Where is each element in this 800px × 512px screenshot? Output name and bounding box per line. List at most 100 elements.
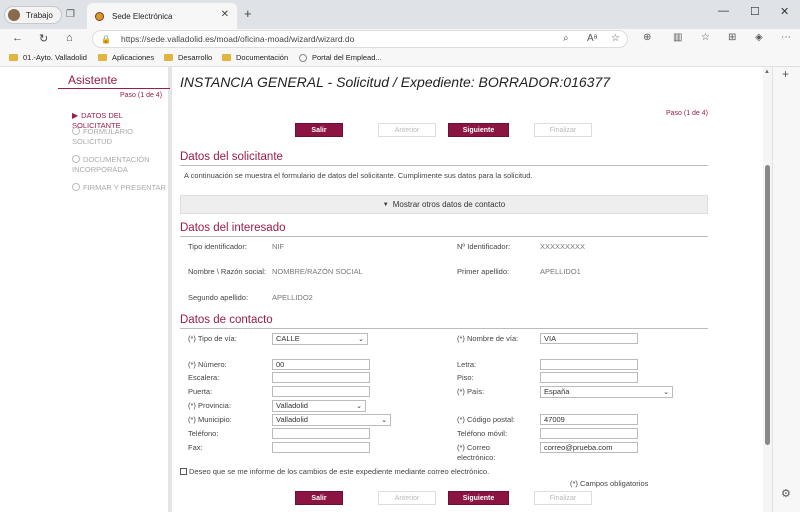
provincia-select[interactable]: Valladolid ⌄ [272,400,366,412]
maximize-icon[interactable]: ☐ [750,5,760,18]
gear-icon[interactable]: ⚙ [781,487,791,500]
new-tab-icon[interactable]: + [244,6,252,21]
refresh-icon[interactable]: ↻ [39,32,48,45]
codigo-postal-input[interactable]: 47009 [540,414,638,425]
municipio-label: (*) Municipio: [188,415,232,424]
correo-input[interactable]: correo@prueba.com [540,442,638,453]
segundo-apellido-value: APELLIDO2 [272,293,313,302]
checkbox-box[interactable] [180,468,187,475]
bookmark-desarrollo[interactable]: Desarrollo [164,53,212,62]
url-text: https://sede.valladolid.es/moad/oficina-… [120,34,355,44]
bookmark-label: Portal del Emplead... [312,53,382,62]
notify-email-checkbox[interactable]: Deseo que se me informe de los cambios d… [180,467,489,476]
piso-label: Piso: [457,373,474,382]
page-icon [299,53,307,62]
select-value: Valladolid [276,401,308,410]
url-field[interactable]: 🔒 https://sede.valladolid.es/moad/oficin… [92,30,628,48]
puerta-label: Puerta: [188,387,213,396]
extensions-icon[interactable]: ⊕ [643,32,651,43]
tipo-identificador-label: Tipo identificador: [188,242,247,251]
sidebar-step-counter: Paso (1 de 4) [120,92,163,99]
browser-tab[interactable]: Sede Electrónica ✕ [87,3,237,29]
folder-icon [164,54,173,61]
bookmark-documentacion[interactable]: Documentación [222,53,288,62]
piso-input[interactable] [540,372,638,383]
pais-label: (*) País: [457,387,485,396]
scrollbar-thumb[interactable] [765,165,770,445]
salir-button[interactable]: Salir [295,123,343,137]
anterior-button[interactable]: Anterior [378,123,436,137]
caret-down-icon: ▼ [382,201,389,208]
fax-label: Fax: [188,443,203,452]
disabled-step-icon [72,183,80,191]
bookmark-portal[interactable]: Portal del Emplead... [299,53,382,62]
split-screen-icon[interactable]: ▥ [673,32,682,43]
folder-icon [98,54,107,61]
bookmark-ayto[interactable]: 01.-Ayto. Valladolid [9,53,87,62]
page-scrollbar[interactable]: ▲ [763,67,772,512]
favorites-icon[interactable]: ☆ [701,32,710,43]
section-solicitante-heading: Datos del solicitante [180,151,283,163]
n-identificador-value: XXXXXXXXX [540,242,586,251]
finalizar-button[interactable]: Finalizar [534,123,592,137]
step-documentacion[interactable]: DOCUMENTACIÓN INCORPORADA [72,155,168,175]
municipio-select[interactable]: Valladolid ⌄ [272,414,391,426]
button-row-top: Salir Anterior Siguiente Finalizar [180,123,710,137]
tipo-via-label: (*) Tipo de vía: [188,334,237,343]
chevron-down-icon: ⌄ [381,417,387,424]
puerta-input[interactable] [272,386,370,397]
nombre-label: Nombre \ Razón social: [188,267,266,276]
salir-button[interactable]: Salir [295,491,343,505]
chevron-down-icon: ⌄ [358,336,364,343]
lock-icon: 🔒 [101,34,111,44]
web-page: Asistente Paso (1 de 4) ▶ DATOS DEL SOLIC… [0,67,772,512]
profile-button[interactable]: Trabajo [4,6,62,24]
anterior-button[interactable]: Anterior [378,491,436,505]
disabled-step-icon [72,155,80,163]
zoom-icon[interactable]: ⌕ [563,33,569,44]
sidebar-title: Asistente [68,73,118,87]
workspaces-icon[interactable]: ❐ [66,9,75,20]
section-contacto-heading: Datos de contacto [180,314,273,326]
pais-select[interactable]: España ⌄ [540,386,673,398]
copilot-icon[interactable]: ◈ [755,32,763,43]
siguiente-button[interactable]: Siguiente [448,491,509,505]
escalera-input[interactable] [272,372,370,383]
page-title: INSTANCIA GENERAL - Solicitud / Expedien… [180,74,611,90]
step-label: DOCUMENTACIÓN INCORPORADA [72,155,150,174]
fax-input[interactable] [272,442,370,453]
nombre-via-input[interactable]: VIA [540,333,638,344]
chevron-down-icon: ⌄ [663,389,669,396]
close-tab-icon[interactable]: ✕ [221,9,229,20]
more-contact-toggle[interactable]: ▼ Mostrar otros datos de contacto [180,195,708,214]
finalizar-button[interactable]: Finalizar [534,491,592,505]
siguiente-button[interactable]: Siguiente [448,123,509,137]
favorite-star-icon[interactable]: ☆ [611,33,620,44]
back-icon[interactable]: ← [12,32,23,44]
bookmark-label: Documentación [236,53,289,62]
home-icon[interactable]: ⌂ [66,32,73,44]
scroll-up-icon[interactable]: ▲ [764,69,770,75]
collections-icon[interactable]: ⊞ [728,32,736,43]
section-divider [180,165,708,166]
tipo-via-select[interactable]: CALLE ⌄ [272,333,368,345]
telefono-movil-input[interactable] [540,428,638,439]
add-sidebar-app-icon[interactable]: + [782,67,789,81]
step-firmar[interactable]: FIRMAR Y PRESENTAR [72,183,166,193]
read-aloud-icon[interactable]: Aᵃ [587,33,597,44]
bookmark-aplicaciones[interactable]: Aplicaciones [98,53,154,62]
menu-icon[interactable]: ⋯ [781,32,791,43]
letra-input[interactable] [540,359,638,370]
numero-input[interactable]: 00 [272,359,370,370]
site-favicon-icon [95,11,104,21]
step-formulario[interactable]: FORMULARIO SOLICITUD [72,127,168,147]
step-counter: Paso (1 de 4) [665,110,708,117]
telefono-input[interactable] [272,428,370,439]
minimize-icon[interactable]: — [718,5,729,17]
select-value: CALLE [276,334,300,343]
correo-label: (*) Correo electrónico: [457,443,496,462]
select-value: Valladolid [276,415,308,424]
numero-label: (*) Número: [188,360,227,369]
profile-label: Trabajo [26,10,53,20]
close-window-icon[interactable]: ✕ [780,5,789,18]
